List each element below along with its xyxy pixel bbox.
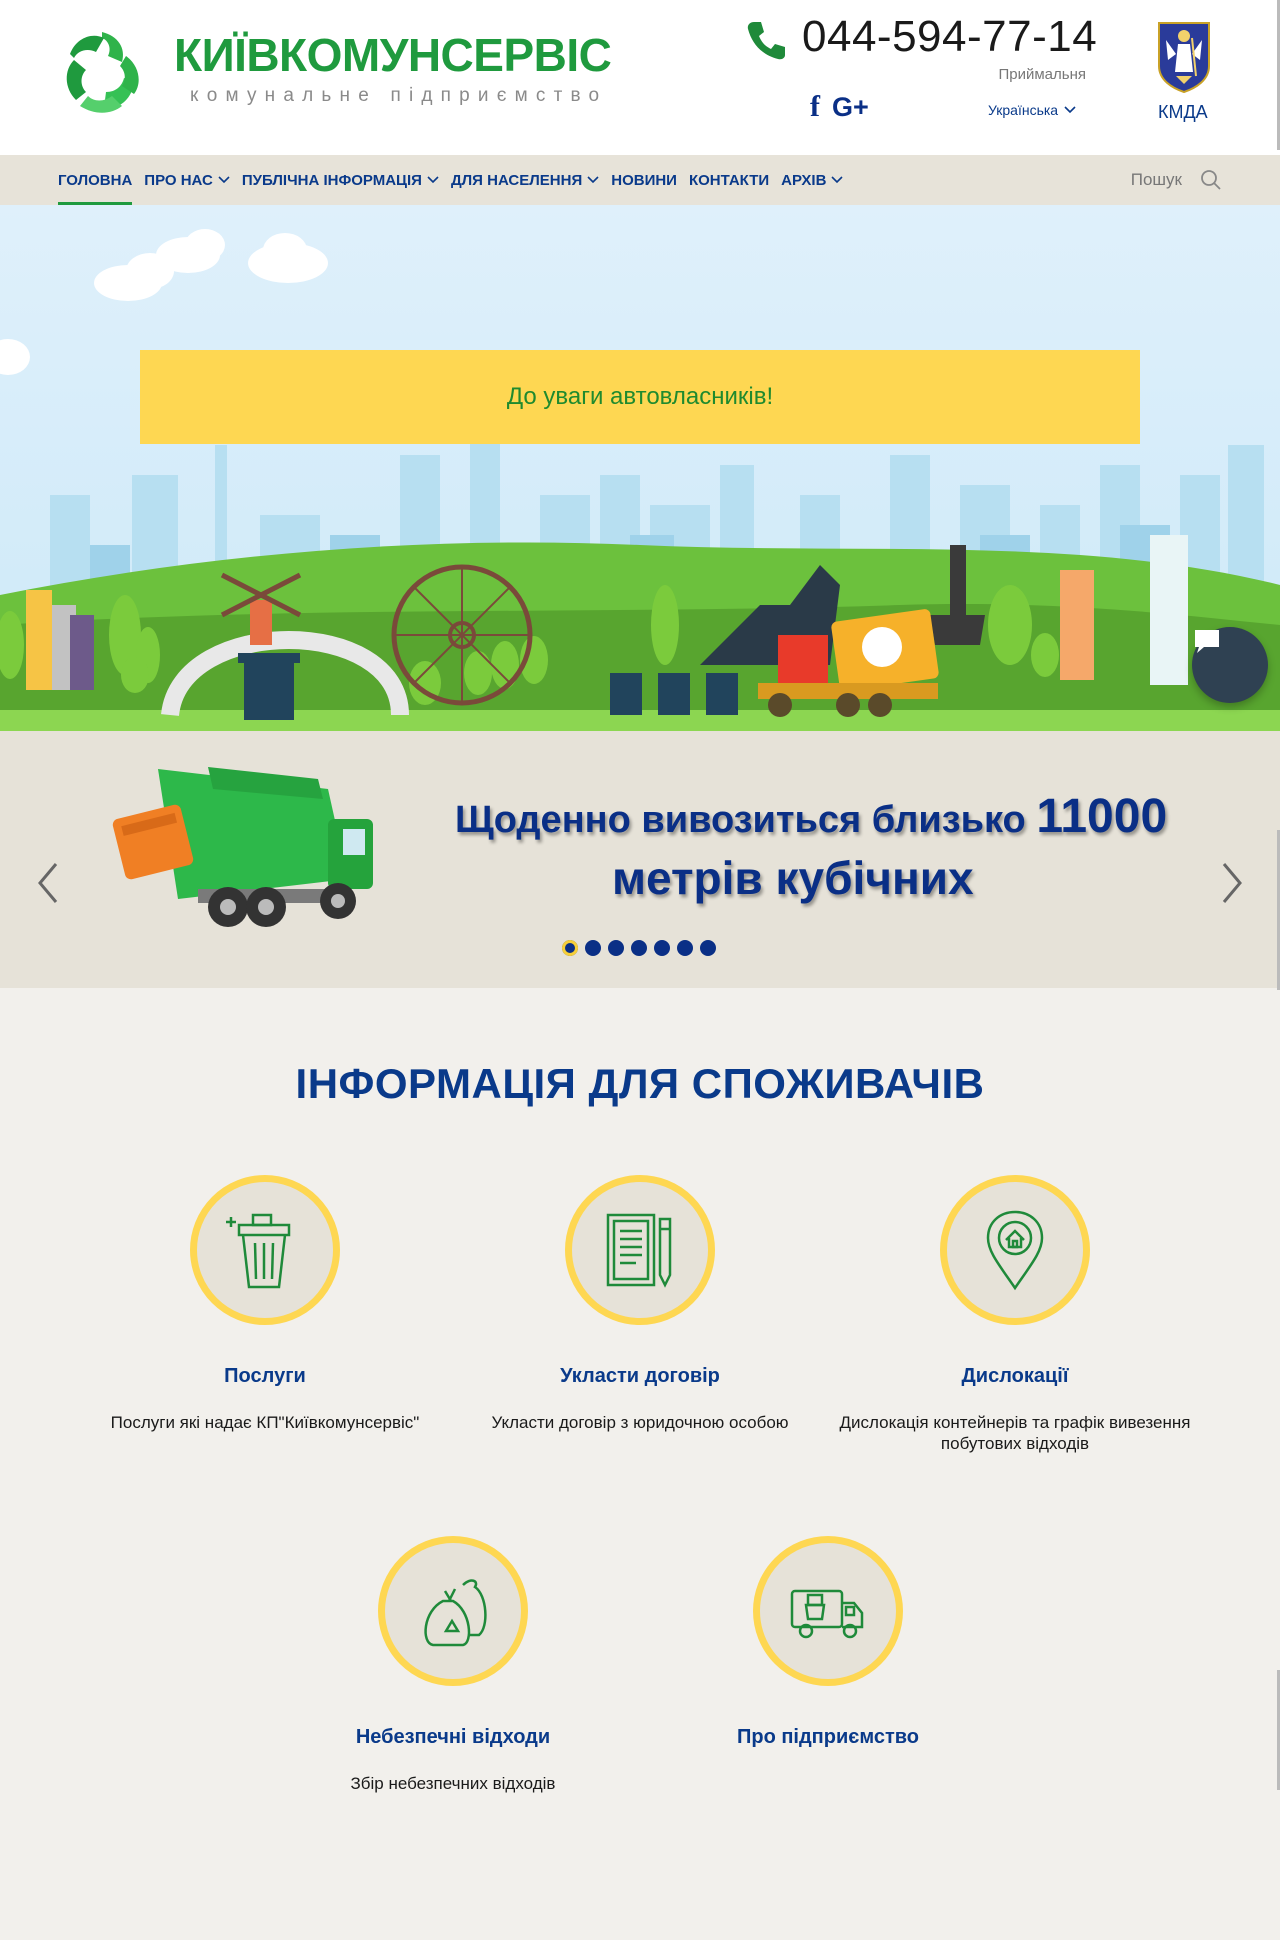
site-header: КИЇВКОМУНСЕРВІС комунальне підприємство …	[0, 0, 1280, 155]
chevron-down-icon	[427, 176, 439, 184]
garbage-truck-image	[112, 767, 373, 927]
icon-circle[interactable]	[565, 1175, 715, 1325]
nav-item-label: АРХІВ	[781, 171, 827, 189]
slide-subline: метрів кубічних	[612, 852, 974, 904]
nav-item-label: КОНТАКТИ	[688, 171, 770, 189]
card-title[interactable]: Небезпечні відходи	[273, 1726, 633, 1749]
kyiv-emblem-icon[interactable]	[1156, 20, 1212, 94]
waste-bag-icon	[424, 1579, 487, 1647]
location-pin-icon	[986, 1210, 1044, 1291]
chevron-down-icon	[587, 176, 599, 184]
nav-item-label: ДЛЯ НАСЕЛЕННЯ	[450, 171, 583, 189]
slider-dot[interactable]	[654, 940, 670, 956]
slide-text-before: Щоденно вивозиться близько	[455, 799, 1037, 841]
social-links: f G+	[810, 92, 869, 122]
phone-number[interactable]: 044-594-77-14	[802, 12, 1097, 62]
icon-circle[interactable]	[190, 1175, 340, 1325]
logo-title[interactable]: КИЇВКОМУНСЕРВІС	[174, 28, 612, 82]
contract-icon	[606, 1213, 672, 1288]
nav-menu: ГОЛОВНА ПРО НАС ПУБЛІЧНА ІНФОРМАЦІЯ ДЛЯ …	[58, 155, 844, 205]
card-about-company[interactable]: Про підприємство	[648, 1536, 1008, 1773]
garbage-truck-icon	[790, 1589, 864, 1639]
facebook-icon[interactable]: f	[810, 92, 820, 122]
nav-item-label: НОВИНИ	[611, 171, 677, 189]
card-description: Дислокація контейнерів та графік вивезен…	[839, 1413, 1191, 1454]
slider-dot[interactable]	[585, 940, 601, 956]
nav-item-label: ПРО НАС	[144, 171, 213, 189]
notice-text[interactable]: До уваги автовласників!	[507, 383, 773, 411]
card-description: Збір небезпечних відходів	[350, 1774, 556, 1793]
nav-item-home[interactable]: ГОЛОВНА	[58, 155, 133, 205]
google-plus-icon[interactable]: G+	[832, 93, 869, 121]
slider-dot[interactable]	[562, 940, 578, 956]
nav-item-contacts[interactable]: КОНТАКТИ	[689, 155, 769, 205]
icon-circle[interactable]	[378, 1536, 528, 1686]
language-label: Українська	[988, 102, 1059, 118]
chevron-down-icon	[218, 176, 230, 184]
nav-item-label: ГОЛОВНА	[58, 171, 133, 189]
card-hazardous-waste[interactable]: Небезпечні відходи Збір небезпечних відх…	[273, 1536, 633, 1794]
chevron-down-icon	[1064, 106, 1076, 114]
card-title[interactable]: Послуги	[85, 1365, 445, 1388]
chevron-left-icon[interactable]	[36, 861, 60, 905]
stats-slider: Щоденно вивозиться близько 11000 метрів …	[0, 731, 1280, 988]
card-dislocations[interactable]: Дислокації Дислокація контейнерів та гра…	[835, 1175, 1195, 1455]
chevron-down-icon	[831, 176, 844, 184]
nav-item-news[interactable]: НОВИНИ	[611, 155, 677, 205]
slider-dot[interactable]	[631, 940, 647, 956]
card-description: Укласти договір з юридочною особою	[491, 1413, 789, 1432]
slider-pagination	[562, 940, 716, 956]
card-contract[interactable]: Укласти договір Укласти договір з юридоч…	[460, 1175, 820, 1433]
trash-bin-icon	[226, 1213, 291, 1289]
kmda-link[interactable]: КМДА	[1158, 102, 1208, 123]
language-selector[interactable]: Українська	[988, 102, 1076, 118]
search-label[interactable]: Пошук	[1131, 170, 1182, 190]
search-box[interactable]: Пошук	[1131, 155, 1222, 205]
card-title[interactable]: Про підприємство	[648, 1726, 1008, 1749]
slide-number: 11000	[1036, 790, 1168, 843]
logo-icon[interactable]	[56, 26, 148, 118]
nav-item-about[interactable]: ПРО НАС	[144, 155, 230, 205]
slider-dot[interactable]	[700, 940, 716, 956]
card-description: Послуги які надає КП"Київкомунсервіс"	[110, 1413, 420, 1432]
phone-label: Приймальня	[998, 66, 1086, 83]
card-services[interactable]: Послуги Послуги які надає КП"Київкомунсе…	[85, 1175, 445, 1433]
icon-circle[interactable]	[940, 1175, 1090, 1325]
card-title[interactable]: Дислокації	[835, 1365, 1195, 1388]
section-title: ІНФОРМАЦІЯ ДЛЯ СПОЖИВАЧІВ	[295, 1060, 985, 1107]
card-title[interactable]: Укласти договір	[460, 1365, 820, 1388]
hero-banner: До уваги автовласників!	[0, 205, 1280, 731]
notice-banner[interactable]: До уваги автовласників!	[140, 350, 1140, 444]
chat-icon	[1195, 630, 1219, 653]
nav-item-for-residents[interactable]: ДЛЯ НАСЕЛЕННЯ	[451, 155, 599, 205]
search-icon[interactable]	[1200, 169, 1222, 191]
slider-dot[interactable]	[608, 940, 624, 956]
chevron-right-icon[interactable]	[1220, 861, 1244, 905]
nav-item-archive[interactable]: АРХІВ	[781, 155, 844, 205]
nav-item-public-info[interactable]: ПУБЛІЧНА ІНФОРМАЦІЯ	[242, 155, 439, 205]
logo-subtitle: комунальне підприємство	[190, 85, 608, 106]
slide-headline: Щоденно вивозиться близько 11000	[455, 789, 1167, 844]
city-illustration	[0, 229, 1280, 731]
main-navigation: ГОЛОВНА ПРО НАС ПУБЛІЧНА ІНФОРМАЦІЯ ДЛЯ …	[0, 155, 1280, 205]
phone-icon	[747, 22, 785, 60]
chat-button[interactable]	[1192, 627, 1268, 703]
nav-item-label: ПУБЛІЧНА ІНФОРМАЦІЯ	[241, 171, 422, 189]
icon-circle[interactable]	[753, 1536, 903, 1686]
slider-dot[interactable]	[677, 940, 693, 956]
